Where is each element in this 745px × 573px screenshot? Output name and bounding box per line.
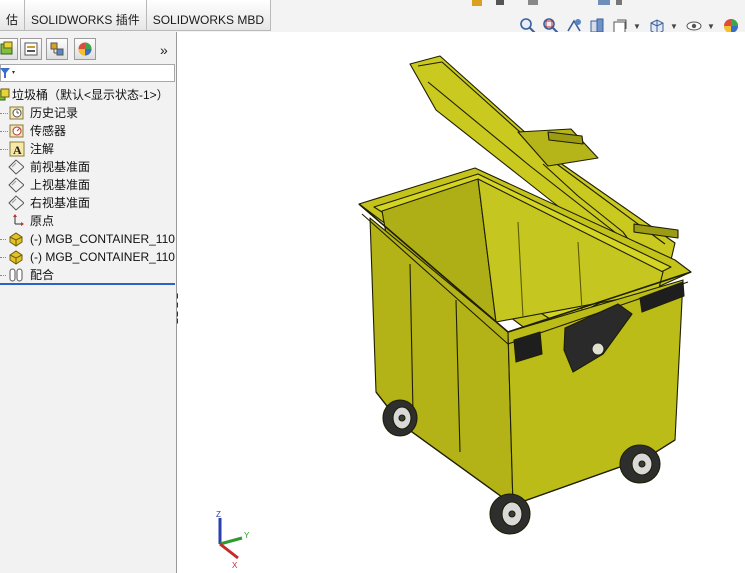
- tree-connector: [0, 131, 8, 132]
- triad-y-axis: [219, 536, 243, 546]
- history-icon: [9, 106, 24, 120]
- tree-connector: [0, 275, 6, 276]
- triad-x-axis: [219, 542, 239, 560]
- waste-container-model[interactable]: [178, 32, 745, 573]
- top-toolbar-partial: [472, 0, 622, 6]
- tree-item-right-plane[interactable]: 右视基准面: [0, 194, 177, 212]
- tree-item-label: 垃圾桶（默认<显示状态-1>）: [12, 88, 169, 102]
- tree-item-label: (-) MGB_CONTAINER_110: [30, 232, 175, 246]
- tree-item-component-1[interactable]: (-) MGB_CONTAINER_110: [0, 230, 177, 248]
- plane-icon: [8, 177, 24, 193]
- feature-tree-icon: [0, 41, 13, 55]
- tree-item-assembly-root[interactable]: 垃圾桶（默认<显示状态-1>）: [0, 86, 177, 104]
- tree-item-sensors[interactable]: 传感器: [0, 122, 177, 140]
- tree-connector: [0, 239, 6, 240]
- tree-item-label: 历史记录: [30, 106, 79, 120]
- tree-connector: [0, 257, 6, 258]
- svg-text:A: A: [13, 143, 22, 157]
- annotation-icon: A: [9, 141, 25, 157]
- feature-tree-filter[interactable]: [0, 64, 175, 82]
- tree-item-top-plane[interactable]: 上视基准面: [0, 176, 177, 194]
- tab-label: SOLIDWORKS MBD: [152, 13, 265, 27]
- tab-estimate[interactable]: 估: [0, 0, 26, 31]
- part-icon: [9, 232, 23, 247]
- tab-solidworks-addins[interactable]: SOLIDWORKS 插件: [25, 0, 147, 31]
- feature-tree-tab[interactable]: [0, 38, 18, 60]
- graphics-area[interactable]: Z Y X: [178, 32, 745, 573]
- tab-label: 估: [6, 13, 19, 27]
- part-icon: [9, 250, 23, 265]
- property-manager-icon: [24, 42, 38, 56]
- tree-item-label: 前视基准面: [30, 160, 91, 174]
- tab-label: SOLIDWORKS 插件: [31, 13, 140, 27]
- tree-connector: [0, 149, 8, 150]
- mates-icon: [9, 268, 23, 282]
- reference-triad: Z Y X: [216, 510, 250, 570]
- feature-manager-panel: » 垃圾桶（默认<显示状态-1>） 历史记录 传感器 A 注解 前视基准面 上视…: [0, 32, 177, 573]
- rollback-bar[interactable]: [0, 283, 175, 285]
- sensor-icon: [9, 124, 24, 138]
- solidworks-window: 估 SOLIDWORKS 插件 SOLIDWORKS MBD ▼ ▼ ▼ » 垃…: [0, 0, 745, 573]
- tree-item-label: 注解: [30, 142, 55, 156]
- feature-manager-tabs: »: [0, 38, 177, 64]
- tab-solidworks-mbd[interactable]: SOLIDWORKS MBD: [146, 0, 272, 31]
- display-manager-tab[interactable]: [74, 38, 96, 60]
- tree-item-origin[interactable]: 原点: [0, 212, 177, 230]
- display-manager-icon: [78, 42, 92, 56]
- tree-item-history[interactable]: 历史记录: [0, 104, 177, 122]
- configuration-manager-icon: [50, 42, 64, 56]
- property-manager-tab[interactable]: [20, 38, 42, 60]
- tree-item-label: 上视基准面: [30, 178, 91, 192]
- tree-item-label: 配合: [30, 268, 55, 282]
- filter-icon: [0, 68, 15, 78]
- configuration-manager-tab[interactable]: [46, 38, 68, 60]
- tree-item-label: 传感器: [30, 124, 67, 138]
- tree-item-mates[interactable]: 配合: [0, 266, 177, 284]
- origin-icon: [13, 214, 24, 226]
- tree-item-front-plane[interactable]: 前视基准面: [0, 158, 177, 176]
- plane-icon: [8, 159, 24, 175]
- tree-connector: [0, 113, 8, 114]
- triad-z-label: Z: [216, 510, 221, 519]
- assembly-icon: [0, 88, 10, 101]
- tree-item-label: 右视基准面: [30, 196, 91, 210]
- tree-item-label: (-) MGB_CONTAINER_110: [30, 250, 175, 264]
- plane-icon: [8, 195, 24, 211]
- tree-item-component-2[interactable]: (-) MGB_CONTAINER_110: [0, 248, 177, 266]
- tree-item-annotations[interactable]: A 注解: [0, 140, 177, 158]
- expand-panel-icon[interactable]: »: [160, 42, 168, 58]
- triad-y-label: Y: [244, 531, 250, 540]
- triad-x-label: X: [232, 561, 238, 570]
- tree-item-label: 原点: [30, 214, 55, 228]
